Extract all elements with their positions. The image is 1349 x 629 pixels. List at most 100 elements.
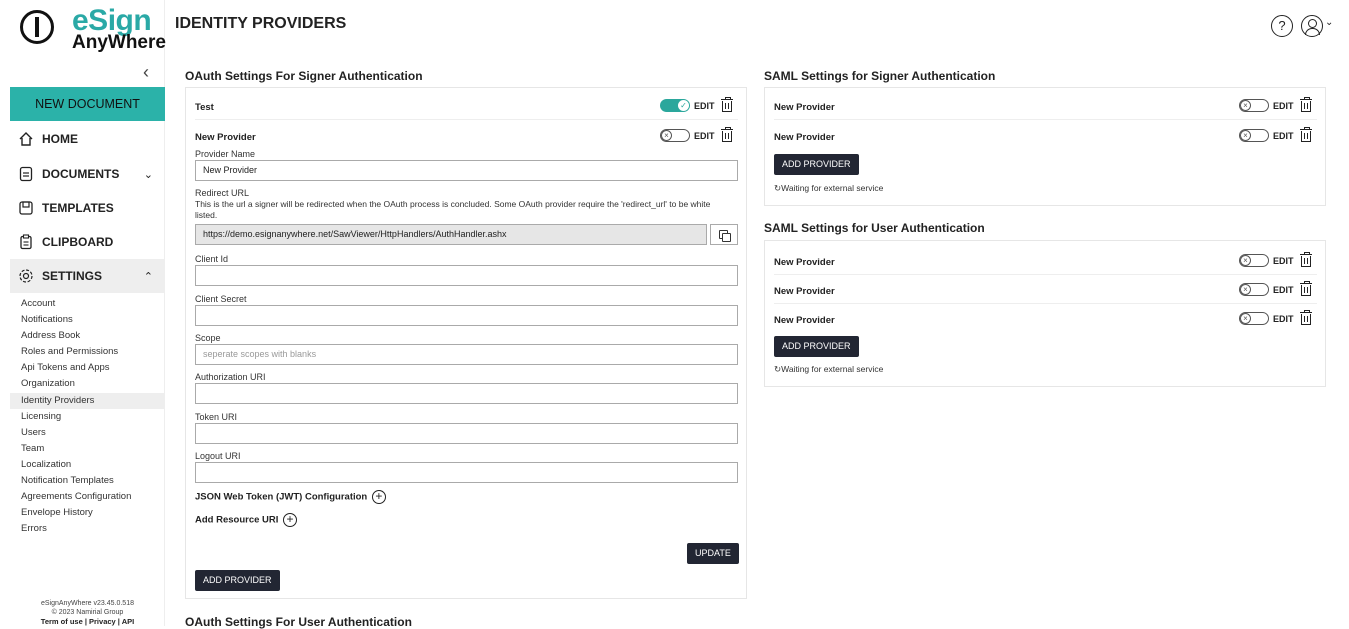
- divider: [195, 119, 738, 120]
- settings-item-identity-providers[interactable]: Identity Providers: [10, 392, 165, 409]
- provider-name-input[interactable]: New Provider: [195, 160, 738, 181]
- edit-button[interactable]: EDIT: [694, 101, 715, 111]
- nav-clipboard[interactable]: CLIPBOARD: [10, 225, 165, 259]
- logo-text-anywhere: AnyWhere: [72, 32, 166, 53]
- footer-links[interactable]: Term of use | Privacy | API: [41, 617, 134, 626]
- redirect-url-label: Redirect URL: [195, 188, 250, 198]
- help-icon[interactable]: ?: [1271, 15, 1293, 37]
- nav-templates[interactable]: TEMPLATES: [10, 191, 165, 225]
- edit-button[interactable]: EDIT: [1273, 101, 1294, 111]
- chevron-up-icon[interactable]: ⌃: [144, 270, 153, 283]
- gear-icon: [19, 269, 33, 283]
- close-icon: ×: [1240, 284, 1251, 295]
- add-resource-row[interactable]: Add Resource URI +: [195, 513, 298, 527]
- add-provider-button[interactable]: ADD PROVIDER: [774, 154, 859, 175]
- template-icon: [19, 201, 33, 215]
- settings-item-localization[interactable]: Localization: [10, 457, 165, 473]
- jwt-config-row[interactable]: JSON Web Token (JWT) Configuration +: [195, 490, 386, 504]
- nav-documents[interactable]: DOCUMENTS ⌄: [10, 157, 165, 191]
- clipboard-icon: [20, 234, 32, 250]
- settings-item-envelope-history[interactable]: Envelope History: [10, 505, 165, 521]
- plus-icon[interactable]: +: [371, 490, 386, 504]
- chevron-down-icon[interactable]: ⌄: [144, 168, 153, 181]
- client-id-label: Client Id: [195, 254, 229, 264]
- redirect-url-input[interactable]: https://demo.esignanywhere.net/SawViewer…: [195, 224, 707, 245]
- authorization-uri-input[interactable]: [195, 383, 738, 404]
- saml-provider-name: New Provider: [774, 286, 835, 297]
- provider-name-label: Provider Name: [195, 149, 256, 159]
- scope-input[interactable]: seperate scopes with blanks: [195, 344, 738, 365]
- client-id-input[interactable]: [195, 265, 738, 286]
- provider-name-test: Test: [195, 102, 214, 113]
- provider-toggle-new[interactable]: ×: [660, 129, 690, 142]
- edit-button[interactable]: EDIT: [1273, 285, 1294, 295]
- trash-icon[interactable]: [1300, 127, 1312, 142]
- settings-item-organization[interactable]: Organization: [10, 376, 165, 392]
- add-resource-label: Add Resource URI: [195, 514, 279, 526]
- edit-button[interactable]: EDIT: [1273, 256, 1294, 266]
- saml-provider-name: New Provider: [774, 315, 835, 326]
- nav-home-label: HOME: [42, 132, 78, 146]
- saml-signer-title: SAML Settings for Signer Authentication: [764, 69, 996, 83]
- status-text: ↻Waiting for external service: [774, 364, 883, 375]
- trash-icon[interactable]: [1300, 97, 1312, 112]
- client-secret-input[interactable]: [195, 305, 738, 326]
- user-icon[interactable]: [1301, 15, 1323, 37]
- page-title: IDENTITY PROVIDERS: [175, 15, 347, 32]
- settings-item-account[interactable]: Account: [10, 296, 165, 312]
- logout-uri-input[interactable]: [195, 462, 738, 483]
- token-uri-label: Token URI: [195, 412, 238, 422]
- nav-settings[interactable]: SETTINGS ⌃: [10, 259, 165, 293]
- home-icon: [19, 132, 33, 146]
- add-provider-button[interactable]: ADD PROVIDER: [195, 570, 280, 591]
- saml-user-card: New Provider × EDIT New Provider × EDIT …: [764, 240, 1326, 387]
- esign-logo[interactable]: eSign AnyWhere: [20, 4, 166, 53]
- chevron-down-icon[interactable]: ⌄: [1325, 17, 1333, 28]
- document-icon: [19, 166, 33, 182]
- saml-provider-toggle[interactable]: ×: [1239, 99, 1269, 112]
- trash-icon[interactable]: [1300, 281, 1312, 296]
- oauth-signer-card: Test ✓ EDIT New Provider × EDIT Provider…: [185, 87, 747, 599]
- settings-item-agreements[interactable]: Agreements Configuration: [10, 489, 165, 505]
- settings-item-licensing[interactable]: Licensing: [10, 409, 165, 425]
- settings-item-users[interactable]: Users: [10, 425, 165, 441]
- edit-button[interactable]: EDIT: [1273, 314, 1294, 324]
- settings-item-notifications[interactable]: Notifications: [10, 312, 165, 328]
- settings-item-team[interactable]: Team: [10, 441, 165, 457]
- plus-icon[interactable]: +: [283, 513, 298, 527]
- settings-item-api-tokens[interactable]: Api Tokens and Apps: [10, 360, 165, 376]
- update-button[interactable]: UPDATE: [687, 543, 739, 564]
- oauth-signer-title: OAuth Settings For Signer Authentication: [185, 69, 423, 83]
- oauth-user-title: OAuth Settings For User Authentication: [185, 615, 412, 629]
- provider-toggle-test[interactable]: ✓: [660, 99, 690, 112]
- collapse-sidebar-icon[interactable]: ‹: [143, 62, 149, 83]
- trash-icon[interactable]: [1300, 252, 1312, 267]
- status-text: ↻Waiting for external service: [774, 183, 883, 194]
- trash-icon[interactable]: [1300, 310, 1312, 325]
- new-document-button[interactable]: NEW DOCUMENT: [10, 87, 165, 121]
- settings-item-notification-templates[interactable]: Notification Templates: [10, 473, 165, 489]
- saml-provider-toggle[interactable]: ×: [1239, 283, 1269, 296]
- nav-documents-label: DOCUMENTS: [42, 167, 120, 181]
- saml-provider-name: New Provider: [774, 257, 835, 268]
- token-uri-input[interactable]: [195, 423, 738, 444]
- saml-provider-toggle[interactable]: ×: [1239, 312, 1269, 325]
- copy-button[interactable]: [710, 224, 738, 245]
- nav-templates-label: TEMPLATES: [42, 201, 114, 215]
- settings-item-address-book[interactable]: Address Book: [10, 328, 165, 344]
- trash-icon[interactable]: [721, 127, 733, 142]
- version-text: eSignAnyWhere v23.45.0.518: [40, 600, 134, 607]
- trash-icon[interactable]: [721, 97, 733, 112]
- nav-home[interactable]: HOME: [10, 122, 165, 156]
- sidebar-footer: eSignAnyWhere v23.45.0.518 © 2023 Namiri…: [10, 599, 165, 627]
- add-provider-button[interactable]: ADD PROVIDER: [774, 336, 859, 357]
- edit-button[interactable]: EDIT: [694, 131, 715, 141]
- divider: [774, 119, 1317, 120]
- settings-item-roles[interactable]: Roles and Permissions: [10, 344, 165, 360]
- settings-item-errors[interactable]: Errors: [10, 521, 165, 537]
- edit-button[interactable]: EDIT: [1273, 131, 1294, 141]
- saml-user-title: SAML Settings for User Authentication: [764, 221, 985, 235]
- saml-provider-toggle[interactable]: ×: [1239, 254, 1269, 267]
- close-icon: ×: [661, 130, 672, 141]
- saml-provider-toggle[interactable]: ×: [1239, 129, 1269, 142]
